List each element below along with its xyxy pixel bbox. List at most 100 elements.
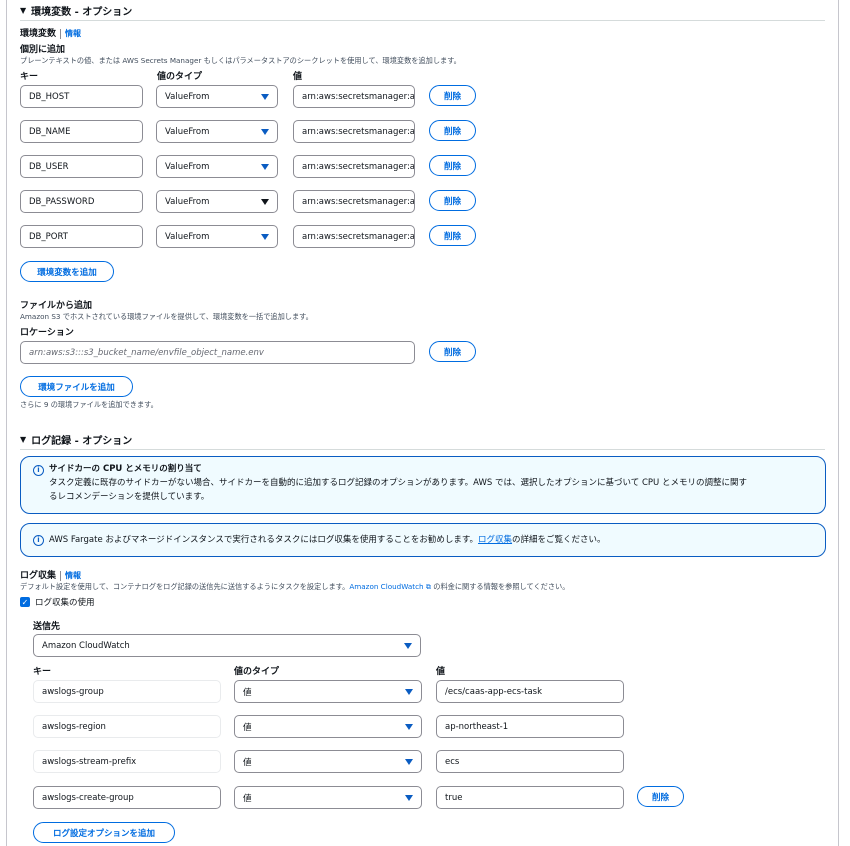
dropdown-triangle-icon — [405, 688, 413, 695]
alert-title: サイドカーの CPU とメモリの割り当て — [49, 464, 202, 474]
column-header-key: キー — [33, 667, 52, 677]
remove-button[interactable]: 削除 — [429, 155, 476, 176]
checkbox-label: ログ収集の使用 — [35, 598, 95, 608]
add-env-var-button[interactable]: 環境変数を追加 — [20, 261, 114, 282]
log-option-key: awslogs-stream-prefix — [33, 750, 221, 773]
destination-select[interactable]: Amazon CloudWatch — [33, 634, 421, 657]
env-value-input[interactable]: arn:aws:secretsmanager:ap-northeast-1 — [293, 225, 415, 248]
column-header-type: 値のタイプ — [234, 667, 280, 677]
separator — [60, 570, 62, 581]
env-type-value: ValueFrom — [165, 161, 210, 172]
alert-body-line1: タスク定義に既存のサイドカーがない場合、サイドカーを自動的に追加するログ記録のオ… — [49, 478, 747, 488]
location-input[interactable]: arn:aws:s3:::s3_bucket_name/envfile_obje… — [20, 341, 415, 364]
remove-button[interactable]: 削除 — [637, 786, 684, 807]
dropdown-triangle-icon — [261, 198, 269, 205]
add-log-option-button[interactable]: ログ設定オプションを追加 — [33, 822, 175, 843]
alert-body: AWS Fargate およびマネージドインスタンスで実行されるタスクにはログ収… — [49, 533, 606, 547]
info-link[interactable]: 情報 — [65, 29, 81, 38]
alert-body-line2: るレコメンデーションを提供しています。 — [49, 492, 210, 502]
log-section-header[interactable]: ▼ ログ記録 - オプション — [20, 432, 132, 447]
divider — [20, 449, 825, 450]
log-option-type-value: 値 — [243, 722, 252, 733]
cloudwatch-pricing-link[interactable]: Amazon CloudWatch — [349, 582, 423, 591]
env-section-title: 環境変数 - オプション — [31, 7, 133, 18]
env-key-input[interactable]: DB_HOST — [20, 85, 143, 108]
log-option-key-input[interactable]: awslogs-create-group — [33, 786, 221, 809]
destination-label: 送信先 — [33, 622, 61, 632]
column-header-value: 値 — [436, 667, 446, 677]
fargate-info-alert: i AWS Fargate およびマネージドインスタンスで実行されるタスクにはロ… — [20, 523, 826, 557]
log-option-type-select[interactable]: 値 — [234, 786, 422, 809]
sidecar-info-alert: i サイドカーの CPU とメモリの割り当て タスク定義に既存のサイドカーがない… — [20, 456, 826, 514]
desc-text-after: の料金に関する情報を参照してください。 — [433, 582, 570, 591]
add-env-file-button[interactable]: 環境ファイルを追加 — [20, 376, 133, 397]
info-circle-icon: i — [33, 535, 44, 546]
log-option-type-select[interactable]: 値 — [234, 680, 422, 703]
file-label: ファイルから追加 — [20, 301, 93, 311]
env-type-value: ValueFrom — [165, 126, 210, 137]
remove-button[interactable]: 削除 — [429, 341, 476, 362]
separator — [60, 28, 62, 39]
log-option-value-input[interactable]: ecs — [436, 750, 624, 773]
env-value-input[interactable]: arn:aws:secretsmanager:ap-northeast-1 — [293, 120, 415, 143]
log-collection-label: ログ収集 — [20, 571, 57, 581]
dropdown-triangle-icon — [261, 128, 269, 135]
info-link[interactable]: 情報 — [65, 571, 81, 580]
destination-value: Amazon CloudWatch — [42, 640, 130, 651]
dropdown-triangle-icon — [261, 163, 269, 170]
env-type-select[interactable]: ValueFrom — [156, 85, 278, 108]
remove-button[interactable]: 削除 — [429, 120, 476, 141]
file-description: Amazon S3 でホストされている環境ファイルを提供して、環境変数を一括で追… — [20, 312, 313, 321]
env-value-input[interactable]: arn:aws:secretsmanager:ap-northeast-1 — [293, 155, 415, 178]
env-key-input[interactable]: DB_NAME — [20, 120, 143, 143]
file-hint: さらに 9 の環境ファイルを追加できます。 — [20, 400, 158, 409]
env-value-input[interactable]: arn:aws:secretsmanager:ap-northeast-1 — [293, 85, 415, 108]
log-option-value-input[interactable]: true — [436, 786, 624, 809]
log-option-type-value: 値 — [243, 793, 252, 804]
individual-description: プレーンテキストの値、または AWS Secrets Manager もしくはパ… — [20, 56, 461, 65]
column-header-key: キー — [20, 72, 39, 82]
remove-button[interactable]: 削除 — [429, 190, 476, 211]
env-type-select[interactable]: ValueFrom — [156, 190, 278, 213]
env-key-input[interactable]: DB_PASSWORD — [20, 190, 143, 213]
env-type-select[interactable]: ValueFrom — [156, 225, 278, 248]
caret-down-icon: ▼ — [20, 435, 27, 444]
log-collection-description: デフォルト設定を使用して、コンテナログをログ記録の送信先に送信するようにタスクを… — [20, 582, 569, 592]
info-circle-icon: i — [33, 465, 44, 476]
caret-down-icon: ▼ — [20, 6, 27, 15]
alert-text-before: AWS Fargate およびマネージドインスタンスで実行されるタスクにはログ収… — [49, 535, 479, 545]
log-option-type-value: 値 — [243, 757, 252, 768]
env-key-input[interactable]: DB_USER — [20, 155, 143, 178]
remove-button[interactable]: 削除 — [429, 225, 476, 246]
dropdown-triangle-icon — [261, 233, 269, 240]
log-option-key: awslogs-region — [33, 715, 221, 738]
env-type-select[interactable]: ValueFrom — [156, 120, 278, 143]
dropdown-triangle-icon — [404, 642, 412, 649]
env-section-header[interactable]: ▼ 環境変数 - オプション — [20, 3, 132, 18]
log-option-key: awslogs-group — [33, 680, 221, 703]
log-option-type-value: 値 — [243, 687, 252, 698]
env-key-input[interactable]: DB_PORT — [20, 225, 143, 248]
log-option-type-select[interactable]: 値 — [234, 750, 422, 773]
log-option-type-select[interactable]: 値 — [234, 715, 422, 738]
remove-button[interactable]: 削除 — [429, 85, 476, 106]
use-log-collection-checkbox[interactable]: ✓ ログ収集の使用 — [20, 596, 95, 608]
column-header-type: 値のタイプ — [157, 72, 203, 82]
env-value-input[interactable]: arn:aws:secretsmanager:ap-northeast-1 — [293, 190, 415, 213]
location-label: ロケーション — [20, 328, 74, 338]
log-collection-label-row: ログ収集 情報 — [20, 568, 81, 581]
log-collection-link[interactable]: ログ収集 — [478, 535, 512, 545]
dropdown-triangle-icon — [261, 93, 269, 100]
dropdown-triangle-icon — [405, 723, 413, 730]
column-header-value: 値 — [293, 72, 303, 82]
env-type-value: ValueFrom — [165, 231, 210, 242]
desc-text-before: デフォルト設定を使用して、コンテナログをログ記録の送信先に送信するようにタスクを… — [20, 582, 350, 591]
alert-text-after: の詳細をご覧ください。 — [512, 535, 606, 545]
log-option-value-input[interactable]: ap-northeast-1 — [436, 715, 624, 738]
env-type-select[interactable]: ValueFrom — [156, 155, 278, 178]
dropdown-triangle-icon — [405, 758, 413, 765]
env-label-row: 環境変数 情報 — [20, 26, 81, 39]
individual-label: 個別に追加 — [20, 45, 66, 55]
log-section-title: ログ記録 - オプション — [31, 436, 133, 447]
log-option-value-input[interactable]: /ecs/caas-app-ecs-task — [436, 680, 624, 703]
